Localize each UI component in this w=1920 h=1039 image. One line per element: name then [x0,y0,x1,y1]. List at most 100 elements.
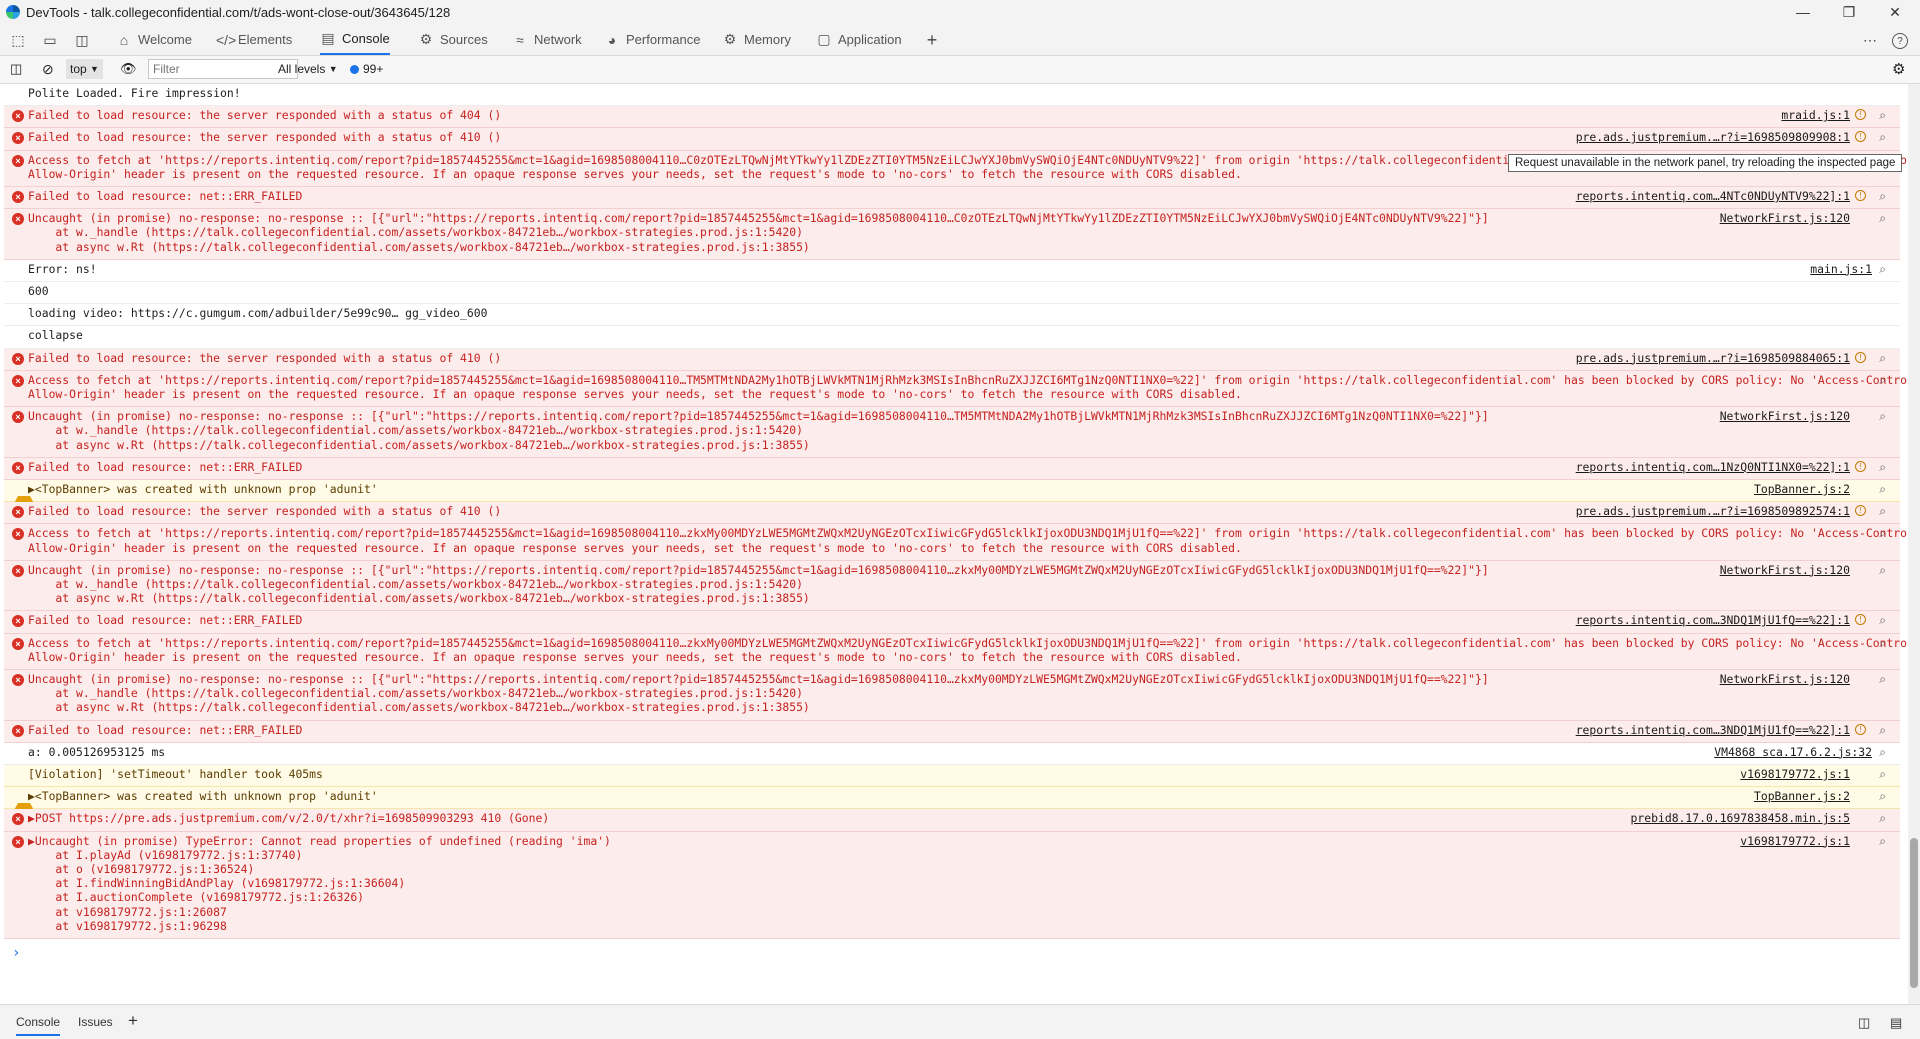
search-icon[interactable]: ⌕ [1879,460,1886,474]
tab-performance[interactable]: ◕ Performance [604,24,701,55]
search-icon[interactable]: ⌕ [1879,409,1886,423]
console-message[interactable]: × Failed to load resource: the server res… [4,502,1900,525]
source-link[interactable]: NetworkFirst.js:120 [1720,672,1850,686]
network-info-icon[interactable]: ! [1855,614,1866,626]
tab-console[interactable]: ▤ Console [320,24,390,55]
tab-elements[interactable]: </> Elements [216,24,292,55]
console-message[interactable]: × Uncaught (in promise) no-response: no-r… [4,560,1900,612]
source-link[interactable]: NetworkFirst.js:120 [1720,409,1850,423]
search-icon[interactable]: ⌕ [1879,108,1886,122]
search-icon[interactable]: ⌕ [1879,563,1886,577]
network-info-icon[interactable]: ! [1855,351,1866,363]
dock-drawer-icon[interactable]: ◫ [1858,1015,1870,1031]
search-icon[interactable]: ⌕ [1879,211,1886,225]
tab-sources[interactable]: ⚙ Sources [418,24,488,55]
search-icon[interactable]: ⌕ [1879,672,1886,686]
console-message[interactable]: × Failed to load resource: the server res… [4,128,1900,151]
search-icon[interactable]: ⌕ [1879,482,1886,496]
source-link[interactable]: prebid8.17.0.1697838458.min.js:5 [1631,811,1850,825]
close-icon[interactable]: ✕ [1872,0,1918,24]
source-link[interactable]: pre.ads.justpremium.…r?i=1698509884065:1 [1576,351,1850,365]
scrollbar-thumb[interactable] [1910,838,1918,988]
console-message[interactable]: × Uncaught (in promise) no-response: no-r… [4,209,1900,260]
console-message[interactable]: × Uncaught (in promise) no-response: no-r… [4,407,1900,458]
filter-input[interactable] [148,59,298,79]
source-link[interactable]: mraid.js:1 [1781,108,1850,122]
source-link[interactable]: VM4868 sca.17.6.2.js:32 [1714,745,1872,759]
console-message[interactable]: ▶<TopBanner> was created with unknown pr… [4,480,1900,507]
search-icon[interactable]: ⌕ [1879,834,1886,848]
network-info-icon[interactable]: ! [1855,505,1866,517]
console-message[interactable]: 600 [4,282,1900,305]
search-icon[interactable]: ⌕ [1879,189,1886,203]
network-info-icon[interactable]: ! [1855,131,1866,143]
tab-welcome[interactable]: ⌂ Welcome [116,24,192,55]
console-message[interactable]: × Failed to load resource: net::ERR_FAILE… [4,611,1900,634]
source-link[interactable]: reports.intentiq.com…3NDQ1MjU1fQ==%22]:1 [1576,723,1850,737]
add-panel-icon[interactable]: + [922,30,942,50]
console-message[interactable]: × Access to fetch at 'https://reports.int… [4,633,1908,670]
console-message[interactable]: × Access to fetch at 'https://reports.int… [4,370,1908,408]
console-message[interactable]: × Failed to load resource: net::ERR_FAILE… [4,457,1900,480]
network-info-icon[interactable]: ! [1855,723,1866,735]
more-options-icon[interactable]: ⋯ [1860,30,1880,50]
console-settings-gear-icon[interactable]: ⚙ [1892,59,1905,79]
search-icon[interactable]: ⌕ [1879,767,1886,781]
source-link[interactable]: TopBanner.js:2 [1754,482,1850,496]
search-icon[interactable]: ⌕ [1879,789,1886,803]
console-message[interactable]: ▶<TopBanner> was created with unknown pr… [4,787,1900,815]
source-link[interactable]: NetworkFirst.js:120 [1720,563,1850,577]
source-link[interactable]: reports.intentiq.com…1NzQ0NTI1NX0=%22]:1 [1576,460,1850,474]
console-message[interactable]: × ▶Uncaught (in promise) TypeError: Canno… [4,831,1900,939]
console-message[interactable]: × Failed to load resource: the server res… [4,348,1900,371]
minimize-icon[interactable]: — [1780,0,1826,24]
source-link[interactable]: TopBanner.js:2 [1754,789,1850,803]
source-link[interactable]: main.js:1 [1810,262,1872,276]
console-message[interactable]: Polite Loaded. Fire impression! [4,84,1900,107]
issues-counter[interactable]: 99+ [350,59,383,79]
restore-icon[interactable]: ❐ [1826,0,1872,24]
network-info-icon[interactable]: ! [1855,460,1866,472]
network-info-icon[interactable]: ! [1855,190,1866,201]
tab-application[interactable]: ▢ Application [816,24,901,55]
tab-memory[interactable]: ⚙ Memory [722,24,791,55]
console-message[interactable]: collapse [4,326,1900,349]
drawer-tab-issues[interactable]: Issues [78,1015,113,1029]
sidebar-toggle-icon[interactable]: ◫ [10,59,22,79]
inspect-element-icon[interactable]: ⬚ [8,30,28,50]
source-link[interactable]: reports.intentiq.com…3NDQ1MjU1fQ==%22]:1 [1576,613,1850,627]
drawer-tab-console[interactable]: Console [16,1015,61,1036]
close-drawer-icon[interactable]: ▤ [1890,1015,1902,1031]
console-message[interactable]: Error: ns! main.js:1 ⌕ [4,259,1900,282]
console-message[interactable]: a: 0.005126953125 ms VM4868 sca.17.6.2.js… [4,742,1900,765]
search-icon[interactable]: ⌕ [1879,636,1886,650]
context-selector[interactable]: top ▼ [66,59,103,79]
log-levels-dropdown[interactable]: All levels ▼ [278,59,338,79]
source-link[interactable]: v1698179772.js:1 [1740,767,1850,781]
search-icon[interactable]: ⌕ [1879,613,1886,627]
console-message[interactable]: × Access to fetch at 'https://reports.int… [4,524,1908,561]
search-icon[interactable]: ⌕ [1879,745,1886,759]
help-icon[interactable]: ? [1892,33,1908,49]
source-link[interactable]: pre.ads.justpremium.…r?i=1698509892574:1 [1576,504,1850,518]
console-message[interactable]: × Uncaught (in promise) no-response: no-r… [4,670,1900,721]
add-drawer-tab-icon[interactable]: + [128,1011,138,1031]
clear-console-icon[interactable]: ⊘ [42,59,54,79]
source-link[interactable]: v1698179772.js:1 [1740,834,1850,848]
console-message[interactable]: × Failed to load resource: net::ERR_FAILE… [4,720,1900,743]
search-icon[interactable]: ⌕ [1879,373,1886,387]
console-message[interactable]: × Failed to load resource: the server res… [4,106,1900,129]
tab-network[interactable]: ≈ Network [512,24,582,55]
search-icon[interactable]: ⌕ [1879,262,1886,276]
search-icon[interactable]: ⌕ [1879,504,1886,518]
console-message[interactable]: [Violation] 'setTimeout' handler took 40… [4,765,1900,788]
source-link[interactable]: reports.intentiq.com…4NTc0NDUyNTV9%22]:1 [1576,189,1850,203]
network-info-icon[interactable]: ! [1855,109,1866,121]
search-icon[interactable]: ⌕ [1879,526,1886,540]
source-link[interactable]: NetworkFirst.js:120 [1720,211,1850,225]
live-expression-eye-icon[interactable]: 👁 [120,59,137,79]
search-icon[interactable]: ⌕ [1879,723,1886,737]
search-icon[interactable]: ⌕ [1879,130,1886,144]
search-icon[interactable]: ⌕ [1879,811,1886,825]
console-message[interactable]: loading video: https://c.gumgum.com/adbu… [4,304,1900,327]
